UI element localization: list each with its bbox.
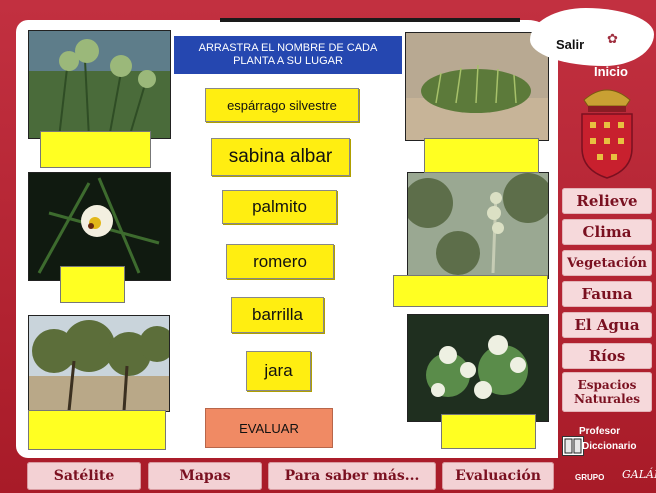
nav-fauna[interactable]: Fauna: [562, 281, 652, 307]
drop-slot-1[interactable]: [40, 131, 151, 168]
drop-slot-6[interactable]: [441, 414, 536, 449]
exit-cloud: [530, 8, 654, 66]
drop-slot-3[interactable]: [28, 410, 166, 450]
credit-group: GRUPO: [575, 473, 605, 482]
nav-clima[interactable]: Clima: [562, 219, 652, 245]
nav-relieve[interactable]: Relieve: [562, 188, 652, 214]
word-card-barrilla[interactable]: barrilla: [231, 297, 324, 333]
plant-photo-2: [28, 172, 171, 281]
bottom-nav-para-saber-mas[interactable]: Para saber más...: [268, 462, 436, 490]
bottom-nav-evaluacion[interactable]: Evaluación: [442, 462, 554, 490]
drop-slot-4[interactable]: [424, 138, 539, 173]
nav-vegetacion[interactable]: Vegetación: [562, 250, 652, 276]
nav-el-agua[interactable]: El Agua: [562, 312, 652, 338]
plant-photo-4: [405, 32, 549, 141]
instruction-text: ARRASTRA EL NOMBRE DE CADA PLANTA A SU L…: [198, 42, 378, 67]
bottom-nav-satelite[interactable]: Satélite: [27, 462, 141, 490]
plant-photo-3: [28, 315, 170, 412]
plant-photo-6: [407, 314, 549, 422]
dictionary-link[interactable]: Diccionario: [582, 441, 636, 452]
word-card-esparrago[interactable]: espárrago silvestre: [205, 88, 359, 122]
teacher-link[interactable]: Profesor: [579, 426, 620, 437]
drop-slot-5[interactable]: [393, 275, 548, 307]
evaluate-button[interactable]: EVALUAR: [205, 408, 333, 448]
book-icon[interactable]: [562, 436, 584, 456]
drop-slot-2[interactable]: [60, 266, 125, 303]
flower-icon[interactable]: ✿: [607, 31, 618, 47]
coat-of-arms-icon: [574, 78, 640, 184]
credit-name: GALÁN: [622, 468, 656, 481]
nav-rios[interactable]: Ríos: [562, 343, 652, 369]
word-card-palmito[interactable]: palmito: [222, 190, 337, 224]
bottom-nav-mapas[interactable]: Mapas: [148, 462, 262, 490]
plant-photo-1: [28, 30, 171, 139]
top-divider: [220, 18, 520, 22]
plant-photo-5: [407, 172, 549, 279]
word-card-romero[interactable]: romero: [226, 244, 334, 279]
instruction-banner: ARRASTRA EL NOMBRE DE CADA PLANTA A SU L…: [174, 36, 402, 74]
word-card-jara[interactable]: jara: [246, 351, 311, 391]
exit-button[interactable]: Salir: [556, 37, 584, 52]
word-card-sabina[interactable]: sabina albar: [211, 138, 350, 176]
nav-espacios-naturales[interactable]: Espacios Naturales: [562, 372, 652, 412]
home-link[interactable]: Inicio: [594, 64, 628, 79]
